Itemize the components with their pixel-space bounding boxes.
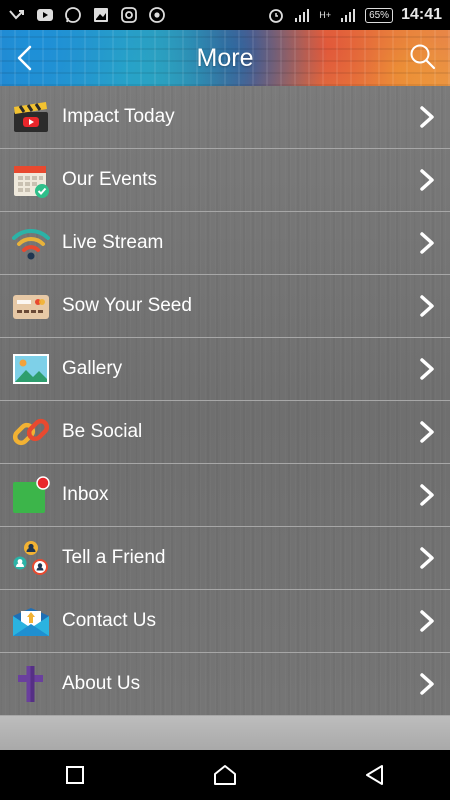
menu-item-label: Impact Today (62, 106, 175, 127)
menu-item-label: Live Stream (62, 232, 164, 253)
search-icon[interactable] (408, 42, 438, 72)
youtube-icon (37, 9, 53, 21)
menu-item-label: Gallery (62, 358, 123, 379)
menu-item-be-social[interactable]: Be Social (0, 401, 450, 464)
menu-item-label: About Us (62, 673, 141, 694)
menu-item-label: Sow Your Seed (62, 295, 192, 316)
menu-item-label: Our Events (62, 169, 158, 190)
menu-item-label: Tell a Friend (62, 547, 166, 568)
signal-icon (295, 9, 310, 22)
chevron-right-icon (420, 610, 434, 632)
credit-card-icon (12, 287, 50, 325)
menu-item-label: Inbox (62, 484, 109, 505)
menu-item-impact-today[interactable]: Impact Today (0, 86, 450, 149)
chevron-right-icon (420, 484, 434, 506)
inbox-icon (12, 476, 50, 514)
calendar-icon (12, 161, 50, 199)
menu-item-our-events[interactable]: Our Events (0, 149, 450, 212)
chrome-icon (149, 7, 165, 23)
chevron-right-icon (420, 106, 434, 128)
chevron-right-icon (420, 421, 434, 443)
home-icon[interactable] (211, 761, 239, 789)
chevron-right-icon (420, 232, 434, 254)
menu-item-live-stream[interactable]: Live Stream (0, 212, 450, 275)
gallery-icon (94, 8, 108, 22)
menu-item-label: Be Social (62, 421, 143, 442)
alarm-icon (269, 9, 284, 23)
menu-list: Impact Today Our Events Live Stream Sow … (0, 86, 450, 750)
menu-item-inbox[interactable]: Inbox (0, 464, 450, 527)
chevron-right-icon (420, 169, 434, 191)
menu-item-contact-us[interactable]: Contact Us (0, 590, 450, 653)
menu-item-tell-a-friend[interactable]: Tell a Friend (0, 527, 450, 590)
instagram-icon (121, 7, 137, 23)
battery-indicator: 65% (365, 7, 394, 23)
missed-call-icon (9, 10, 24, 20)
cross-icon (12, 665, 50, 703)
status-bar: H+ 65% 14:41 (0, 0, 450, 30)
back-icon[interactable] (361, 761, 389, 789)
chevron-right-icon (420, 673, 434, 695)
clock: 14:41 (401, 6, 442, 23)
chevron-right-icon (420, 295, 434, 317)
chevron-right-icon (420, 547, 434, 569)
navigation-bar (0, 750, 450, 800)
chevron-right-icon (420, 358, 434, 380)
h-plus-signal-icon (341, 9, 356, 22)
network-type: H+ (319, 10, 332, 20)
picture-icon (12, 350, 50, 388)
envelope-icon (12, 602, 50, 640)
list-footer (0, 716, 450, 750)
friends-icon (12, 539, 50, 577)
menu-item-gallery[interactable]: Gallery (0, 338, 450, 401)
header-bar: More (0, 30, 450, 86)
menu-item-sow-your-seed[interactable]: Sow Your Seed (0, 275, 450, 338)
page-title: More (196, 44, 254, 72)
menu-item-about-us[interactable]: About Us (0, 653, 450, 716)
wifi-icon (12, 224, 50, 262)
clapperboard-icon (12, 98, 50, 136)
menu-item-label: Contact Us (62, 610, 156, 631)
link-icon (12, 413, 50, 451)
recent-apps-icon[interactable] (61, 761, 89, 789)
whatsapp-icon (65, 7, 81, 23)
